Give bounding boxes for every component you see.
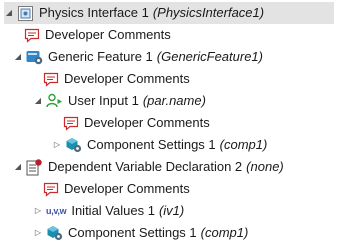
- node-tag: (PhysicsInterface1): [152, 5, 265, 20]
- node-tag: (comp1): [200, 225, 249, 240]
- node-label: Initial Values 1: [71, 203, 155, 218]
- node-label: User Input 1: [68, 93, 139, 108]
- user-input-icon: [46, 93, 63, 110]
- model-builder-tree: ◢ Physics Interface 1 (PhysicsInterface1…: [0, 0, 350, 243]
- node-tag: (GenericFeature1): [156, 49, 263, 64]
- node-tag: (none): [246, 159, 284, 174]
- node-tag: (iv1): [158, 203, 185, 218]
- dependent-variable-icon: [26, 158, 43, 176]
- collapsed-arrow-icon[interactable]: ▷: [33, 200, 43, 222]
- node-label: Dependent Variable Declaration 2: [48, 159, 243, 174]
- node-tag: (comp1): [219, 137, 268, 152]
- node-label: Physics Interface 1: [39, 5, 149, 20]
- tree-node-developer-comments[interactable]: Developer Comments: [42, 178, 190, 200]
- collapsed-arrow-icon[interactable]: ▷: [33, 222, 43, 244]
- node-label: Developer Comments: [84, 115, 210, 130]
- expanded-arrow-icon[interactable]: ◢: [33, 90, 43, 112]
- node-label: Generic Feature 1: [48, 49, 153, 64]
- node-label: Component Settings 1: [68, 225, 197, 240]
- tree-node-user-input[interactable]: ◢ User Input 1 (par.name): [33, 90, 206, 112]
- generic-feature-icon: [26, 49, 43, 66]
- tree-node-initial-values[interactable]: ▷ u,v,w Initial Values 1 (iv1): [33, 200, 184, 222]
- expanded-arrow-icon[interactable]: ◢: [4, 2, 14, 24]
- comment-icon: [42, 181, 59, 198]
- node-label: Component Settings 1: [87, 137, 216, 152]
- node-tag: (par.name): [142, 93, 206, 108]
- tree-node-physics-interface[interactable]: ◢ Physics Interface 1 (PhysicsInterface1…: [4, 2, 334, 24]
- node-label: Developer Comments: [45, 27, 171, 42]
- tree-node-dependent-variable[interactable]: ◢ Dependent Variable Declaration 2 (none…: [13, 156, 284, 178]
- physics-interface-icon: [17, 5, 34, 22]
- component-settings-icon: [46, 225, 63, 242]
- comment-icon: [23, 27, 40, 44]
- comment-icon: [42, 71, 59, 88]
- comment-icon: [62, 115, 79, 132]
- initial-values-icon: u,v,w: [46, 206, 67, 216]
- component-settings-icon: [65, 137, 82, 154]
- tree-node-developer-comments[interactable]: Developer Comments: [42, 68, 190, 90]
- tree-node-developer-comments[interactable]: Developer Comments: [23, 24, 171, 46]
- expanded-arrow-icon[interactable]: ◢: [13, 156, 23, 178]
- expanded-arrow-icon[interactable]: ◢: [13, 46, 23, 68]
- tree-node-developer-comments[interactable]: Developer Comments: [62, 112, 210, 134]
- node-label: Developer Comments: [64, 71, 190, 86]
- tree-node-component-settings[interactable]: ▷ Component Settings 1 (comp1): [33, 222, 248, 244]
- collapsed-arrow-icon[interactable]: ▷: [52, 134, 62, 156]
- tree-node-component-settings[interactable]: ▷ Component Settings 1 (comp1): [52, 134, 267, 156]
- tree-node-generic-feature[interactable]: ◢ Generic Feature 1 (GenericFeature1): [13, 46, 263, 68]
- node-label: Developer Comments: [64, 181, 190, 196]
